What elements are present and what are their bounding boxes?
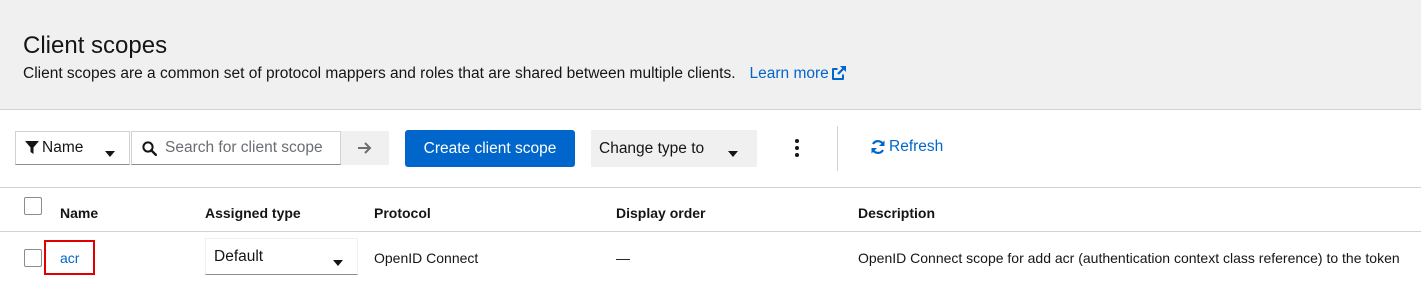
- search-submit-button[interactable]: [341, 131, 389, 165]
- page-description-text: Client scopes are a common set of protoc…: [23, 65, 736, 82]
- column-header-protocol: Protocol: [374, 205, 431, 221]
- table-top-border: [0, 187, 1421, 188]
- search-icon: [142, 140, 157, 156]
- search-input[interactable]: [165, 139, 333, 157]
- column-header-display-order: Display order: [616, 205, 706, 221]
- toolbar-divider: [837, 126, 838, 171]
- client-scope-name-link[interactable]: acr: [44, 240, 95, 275]
- search-field[interactable]: [131, 131, 341, 165]
- filter-type-dropdown[interactable]: Name: [15, 131, 130, 165]
- header-row-border: [0, 231, 1421, 232]
- page-header: Client scopes Client scopes are a common…: [0, 0, 1421, 110]
- column-header-name[interactable]: Name: [60, 204, 98, 222]
- refresh-button[interactable]: Refresh: [870, 138, 943, 156]
- column-header-description: Description: [858, 205, 936, 221]
- refresh-label: Refresh: [889, 138, 944, 155]
- caret-down-icon: [333, 254, 343, 272]
- column-header-assigned-type: Assigned type: [205, 205, 301, 221]
- filter-type-label: Name: [42, 139, 84, 156]
- caret-down-icon: [105, 145, 115, 163]
- learn-more-label[interactable]: Learn more: [750, 65, 829, 82]
- kebab-menu-button[interactable]: [786, 136, 808, 160]
- kebab-dot: [795, 146, 799, 150]
- arrow-right-icon: [358, 142, 372, 154]
- sync-icon: [871, 140, 885, 154]
- page-description: Client scopes are a common set of protoc…: [23, 64, 847, 84]
- caret-down-icon: [728, 145, 738, 163]
- create-client-scope-button[interactable]: Create client scope: [405, 130, 575, 167]
- change-type-dropdown[interactable]: Change type to: [591, 130, 757, 167]
- client-scope-name[interactable]: acr: [60, 250, 79, 266]
- display-order-cell: —: [616, 250, 630, 266]
- learn-more-link[interactable]: Learn more: [750, 65, 847, 82]
- assigned-type-value: Default: [214, 247, 264, 265]
- description-cell: OpenID Connect scope for add acr (authen…: [858, 250, 1400, 266]
- external-link-icon: [831, 66, 846, 80]
- change-type-label: Change type to: [599, 139, 705, 157]
- select-all-checkbox[interactable]: [24, 197, 42, 215]
- assigned-type-select[interactable]: Default: [205, 238, 358, 275]
- filter-icon: [25, 141, 39, 155]
- kebab-dot: [795, 153, 799, 157]
- protocol-cell: OpenID Connect: [374, 250, 479, 266]
- page-title: Client scopes: [23, 32, 168, 59]
- row-checkbox[interactable]: [24, 249, 42, 267]
- kebab-dot: [795, 139, 799, 143]
